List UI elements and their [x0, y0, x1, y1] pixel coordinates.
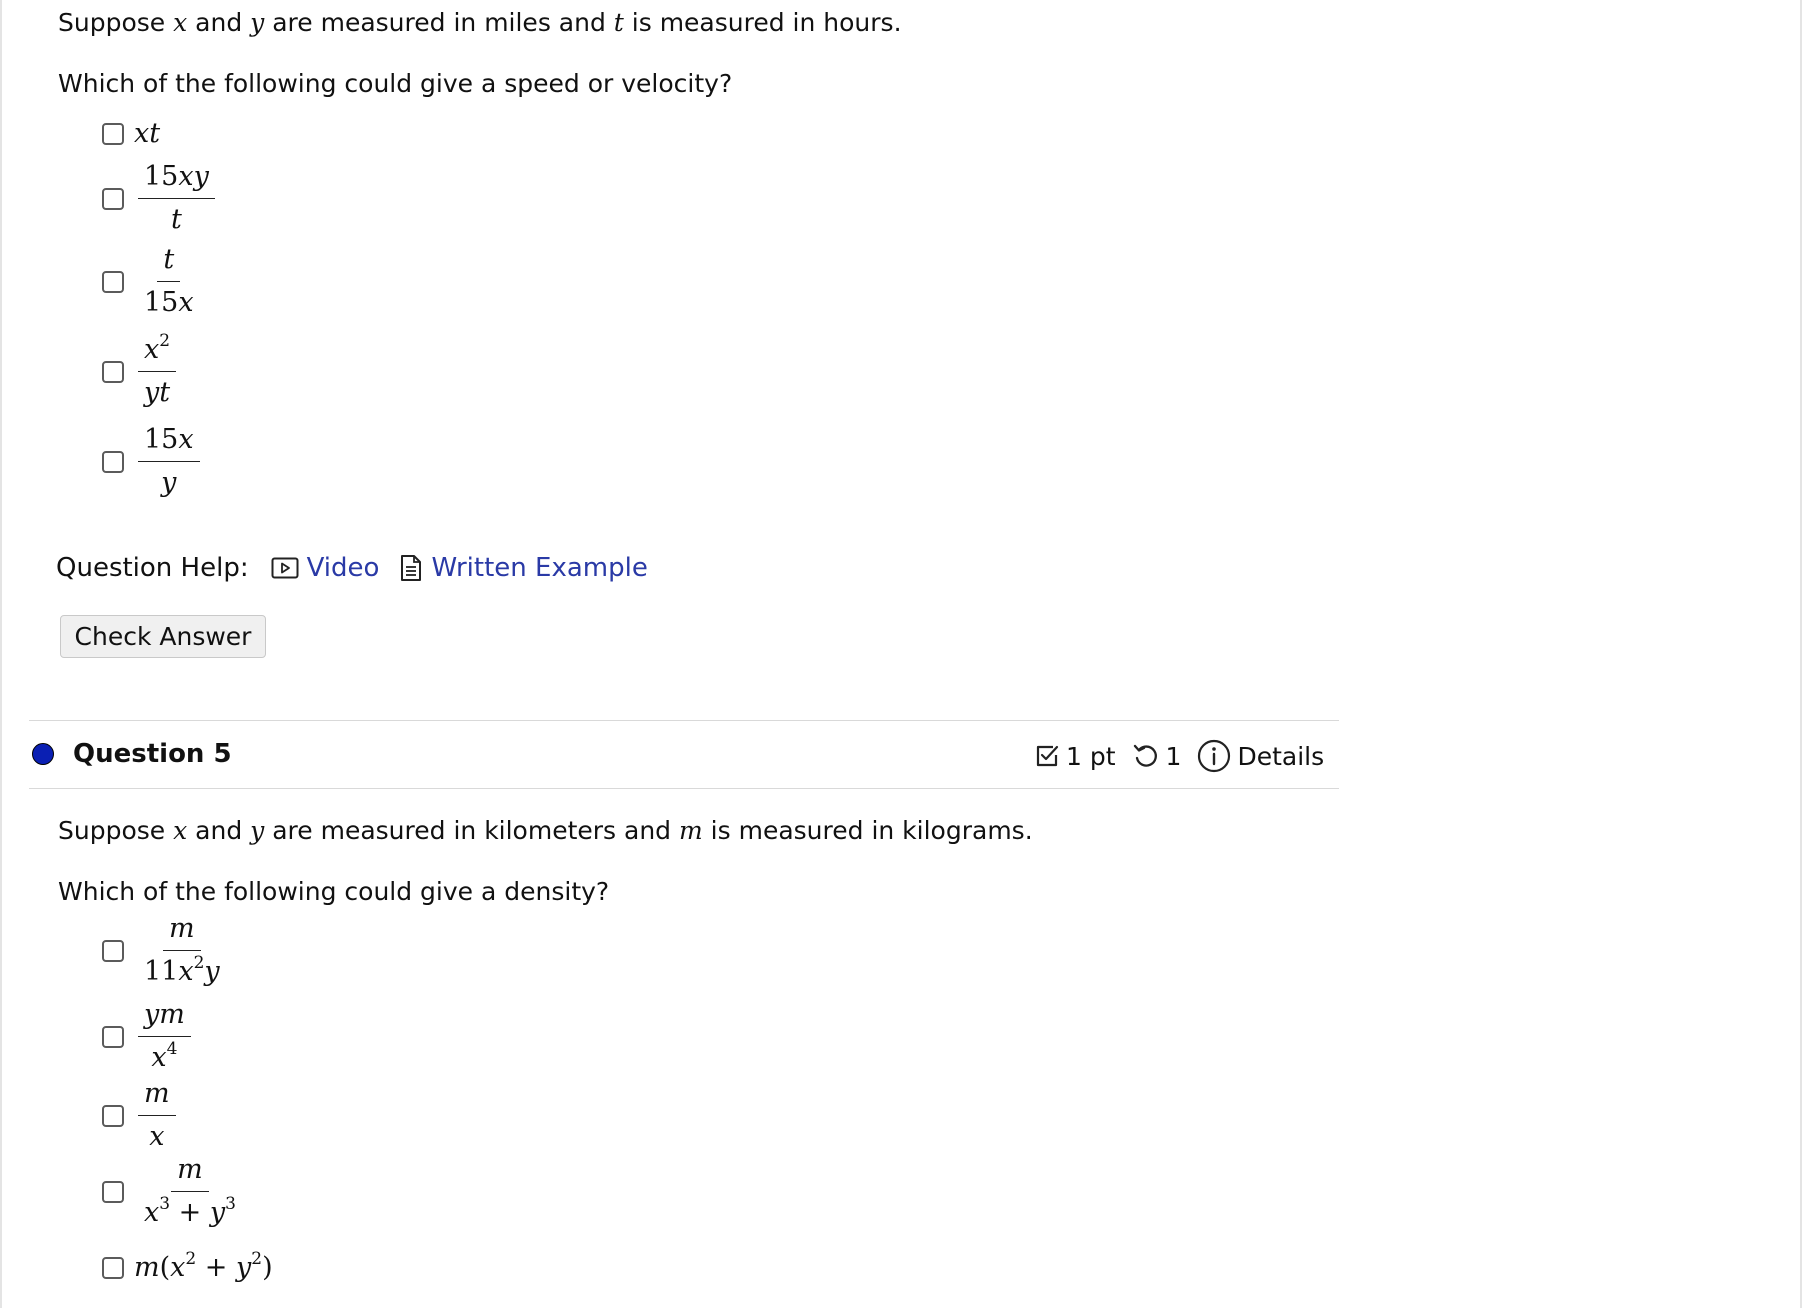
denominator: yt	[144, 377, 171, 408]
q5-prompt: Suppose x and y are measured in kilomete…	[58, 816, 1033, 845]
choice-fraction: x2 yt	[138, 333, 177, 410]
choice-expression: m(x2 + y2)	[134, 1249, 273, 1284]
q4-choice-3[interactable]: t 15x	[102, 243, 200, 320]
denominator: 15x	[144, 287, 194, 318]
question-help: Question Help: Video Written Example	[56, 551, 668, 585]
question-title: Question 5	[73, 739, 232, 769]
denominator: 11x2y	[144, 953, 220, 988]
q5-choice-5[interactable]: m(x2 + y2)	[102, 1249, 273, 1284]
choice-fraction: ym x4	[138, 998, 191, 1075]
q4-choice-5[interactable]: 15x y	[102, 423, 200, 500]
q4-question: Which of the following could give a spee…	[58, 69, 733, 98]
checkbox[interactable]	[102, 1256, 124, 1279]
attempts-text: 1	[1165, 741, 1182, 771]
attempts-indicator: 1	[1132, 741, 1182, 771]
q5-question: Which of the following could give a dens…	[58, 877, 610, 906]
divider-top	[29, 720, 1339, 721]
numerator: ym	[138, 998, 191, 1037]
retry-icon	[1133, 744, 1157, 767]
numerator: 15xy	[138, 160, 215, 199]
numerator: x2	[138, 333, 177, 372]
numerator: t	[157, 243, 181, 282]
q5-choice-4[interactable]: m x3 + y3	[102, 1153, 242, 1230]
written-example-link[interactable]: Written Example	[399, 553, 648, 583]
points-text: 1 pt	[1066, 741, 1116, 771]
check-answer-button[interactable]: Check Answer	[60, 615, 266, 658]
q4-choice-1[interactable]: xt	[102, 118, 160, 149]
choice-fraction: m 11x2y	[138, 912, 226, 989]
question-help-label: Question Help:	[56, 553, 249, 583]
video-link-label[interactable]: Video	[307, 553, 380, 583]
checkbox[interactable]	[102, 1104, 124, 1127]
q5-choice-1[interactable]: m 11x2y	[102, 912, 226, 989]
denominator: x	[149, 1121, 165, 1152]
written-example-label[interactable]: Written Example	[431, 553, 647, 583]
checkbox[interactable]	[102, 1180, 124, 1203]
denominator: x4	[151, 1039, 178, 1074]
info-icon	[1198, 739, 1231, 773]
denominator: y	[161, 467, 177, 498]
checkbox[interactable]	[102, 939, 124, 962]
denominator: t	[170, 204, 182, 235]
denominator: x3 + y3	[144, 1194, 236, 1229]
numerator: m	[163, 912, 201, 951]
details-button[interactable]: Details	[1197, 739, 1324, 773]
choice-expression: xt	[134, 118, 161, 149]
video-link[interactable]: Video	[271, 553, 380, 583]
checkbox[interactable]	[102, 1025, 124, 1048]
question-status-dot	[32, 743, 54, 765]
choice-fraction: m x3 + y3	[138, 1153, 242, 1230]
q5-choice-2[interactable]: ym x4	[102, 998, 191, 1075]
choice-fraction: t 15x	[138, 243, 200, 320]
q5-choice-3[interactable]: m x	[102, 1077, 176, 1154]
divider-bottom	[29, 788, 1339, 789]
checkbox[interactable]	[102, 270, 124, 293]
checkbox[interactable]	[102, 122, 124, 145]
numerator: 15x	[138, 423, 200, 462]
numerator: m	[138, 1077, 176, 1116]
numerator: m	[171, 1153, 209, 1192]
page-border-left	[0, 0, 2, 1308]
checkbox[interactable]	[102, 450, 124, 473]
page-border-right	[1800, 0, 1802, 1308]
q4-prompt: Suppose x and y are measured in miles an…	[58, 8, 902, 37]
checkbox-icon	[1036, 745, 1059, 767]
choice-fraction: m x	[138, 1077, 176, 1154]
q4-choice-4[interactable]: x2 yt	[102, 333, 177, 410]
checkbox[interactable]	[102, 360, 124, 383]
question-meta: 1 pt 1 Details	[1034, 738, 1324, 774]
details-label[interactable]: Details	[1237, 742, 1324, 771]
document-icon	[401, 555, 422, 581]
q4-choice-2[interactable]: 15xy t	[102, 160, 215, 237]
points-indicator: 1 pt	[1034, 742, 1116, 771]
choice-fraction: 15xy t	[138, 160, 215, 237]
checkbox[interactable]	[102, 187, 124, 210]
choice-fraction: 15x y	[138, 423, 200, 500]
video-icon	[271, 557, 299, 579]
